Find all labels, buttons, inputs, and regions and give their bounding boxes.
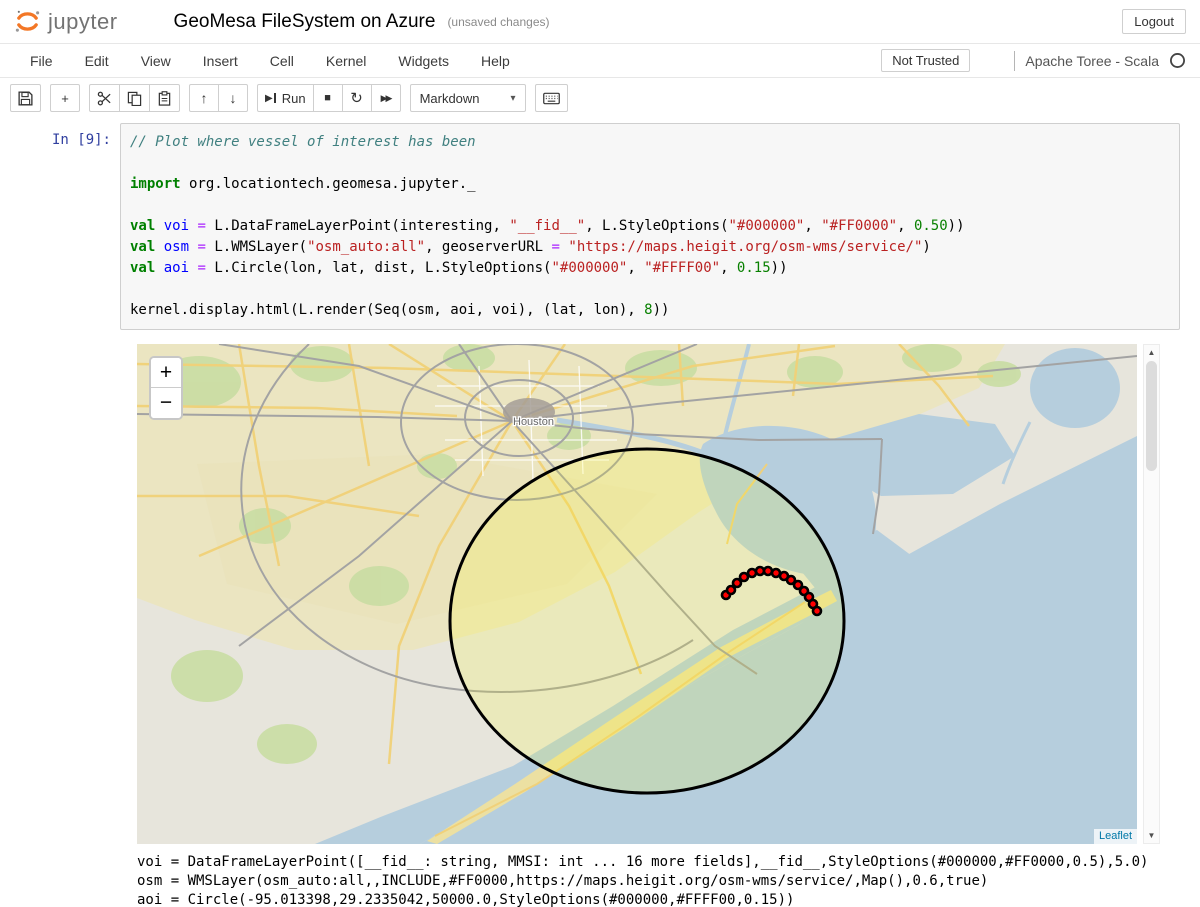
menu-insert[interactable]: Insert [187,47,254,75]
move-cell-down-button[interactable]: ↓ [218,84,248,112]
zoom-out-button[interactable]: − [151,388,181,418]
kernel-idle-icon [1169,52,1186,69]
move-cell-up-button[interactable]: ↑ [189,84,219,112]
menubar: File Edit View Insert Cell Kernel Widget… [0,44,1200,78]
scrollbar-up-icon[interactable]: ▲ [1144,345,1159,360]
toolbar: + [0,78,1200,118]
command-palette-button[interactable] [535,84,568,112]
code-cell[interactable]: In [9]: // Plot where vessel of interest… [0,123,1200,330]
scrollbar-down-icon[interactable]: ▼ [1144,828,1159,843]
arrow-down-icon: ↓ [230,90,237,106]
logout-button[interactable]: Logout [1122,9,1186,34]
restart-run-all-button[interactable]: ▶▶ [371,84,401,112]
menu-list: File Edit View Insert Cell Kernel Widget… [14,47,526,75]
interrupt-kernel-button[interactable]: ■ [313,84,343,112]
cut-cell-button[interactable] [89,84,120,112]
run-button[interactable]: ▶ Run [257,84,314,112]
paste-icon [157,91,172,106]
menu-file[interactable]: File [14,47,69,75]
zoom-in-button[interactable]: + [151,358,181,388]
restart-icon: ↻ [350,89,363,107]
menu-cell[interactable]: Cell [254,47,310,75]
not-trusted-button[interactable]: Not Trusted [881,49,970,72]
notebook-title[interactable]: GeoMesa FileSystem on Azure [174,11,436,33]
jupyter-planet-icon [14,8,41,35]
restart-kernel-button[interactable]: ↻ [342,84,372,112]
output-area: Houston + − Leaflet ▲ ▼ [0,344,1200,844]
autosave-status: (unsaved changes) [447,15,549,29]
jupyter-logo-text: jupyter [48,9,118,35]
menu-kernel[interactable]: Kernel [310,47,382,75]
aoi-circle [450,449,844,793]
fast-forward-icon: ▶▶ [381,93,391,104]
notebook-container: In [9]: // Plot where vessel of interest… [0,118,1200,907]
jupyter-logo[interactable]: jupyter [14,8,118,35]
menu-edit[interactable]: Edit [69,47,125,75]
arrow-up-icon: ↑ [201,90,208,106]
keyboard-icon [543,91,560,106]
input-prompt: In [9]: [0,123,120,330]
add-cell-button[interactable]: + [50,84,80,112]
run-icon: ▶ [265,93,273,104]
save-icon [18,91,33,106]
cell-type-dropdown[interactable]: Markdown ▾ [410,84,526,112]
cell-type-value: Markdown [420,91,480,106]
map-zoom-control: + − [149,356,183,420]
stop-icon: ■ [324,92,331,104]
chevron-down-icon: ▾ [511,93,516,104]
cut-icon [97,91,112,106]
output-scrollbar[interactable]: ▲ ▼ [1143,344,1160,844]
menu-help[interactable]: Help [465,47,526,75]
run-label: Run [282,91,306,106]
output-prompt-spacer [0,344,137,844]
scrollbar-thumb[interactable] [1146,361,1157,471]
map-canvas[interactable]: Houston [137,344,1137,844]
add-icon: + [61,91,69,106]
menu-widgets[interactable]: Widgets [382,47,465,75]
code-editor[interactable]: // Plot where vessel of interest has bee… [120,123,1180,330]
paste-cell-button[interactable] [149,84,180,112]
run-step-bar-icon [274,93,276,103]
output-text: voi = DataFrameLayerPoint([__fid__: stri… [137,853,1200,907]
menu-view[interactable]: View [125,47,187,75]
notebook-header: jupyter GeoMesa FileSystem on Azure (uns… [0,0,1200,44]
city-label: Houston [513,416,554,428]
copy-cell-button[interactable] [119,84,150,112]
copy-icon [127,91,142,106]
leaflet-map-output[interactable]: Houston + − Leaflet [137,344,1137,844]
kernel-name-label: Apache Toree - Scala [1014,51,1167,71]
save-button[interactable] [10,84,41,112]
leaflet-attribution-link[interactable]: Leaflet [1094,829,1137,844]
code-lines: // Plot where vessel of interest has bee… [130,132,1175,321]
